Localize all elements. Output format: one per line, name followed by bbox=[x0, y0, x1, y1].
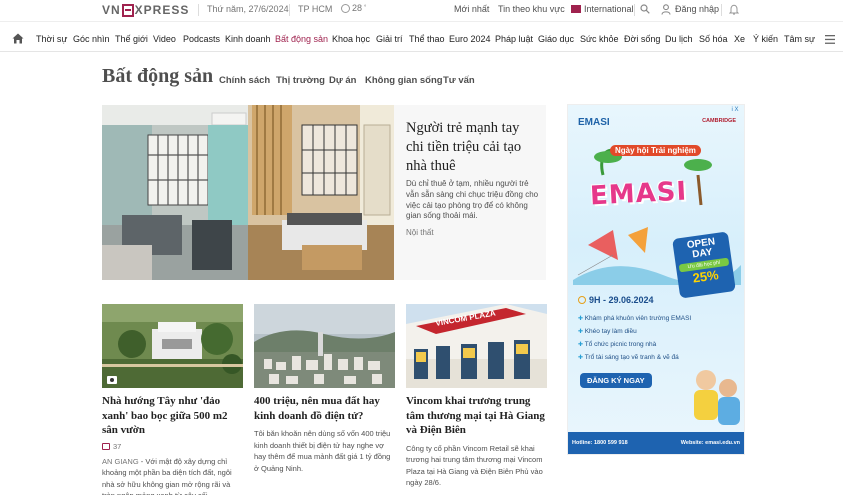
top-bar: VN XPRESS Thứ năm, 27/6/2024 TP HCM 28 ° … bbox=[0, 0, 843, 22]
subnav-tu-van[interactable]: Tư vấn bbox=[443, 75, 475, 86]
ad-register-button[interactable]: ĐĂNG KÝ NGAY bbox=[580, 373, 652, 388]
weather: 28 ° bbox=[341, 3, 366, 13]
featured-description: Dù chỉ thuê ở tạm, nhiều người trẻ vẫn s… bbox=[406, 179, 539, 221]
nav-item-du-lich[interactable]: Du lịch bbox=[665, 34, 693, 44]
article-image[interactable]: VINCOM PLAZA bbox=[406, 304, 547, 388]
ad-bullet: Tổ chức picnic trong nhà bbox=[578, 341, 657, 348]
ad-headline: EMASI bbox=[589, 176, 688, 212]
hamburger-menu-icon[interactable] bbox=[825, 35, 835, 44]
nav-item-y-kien[interactable]: Ý kiến bbox=[753, 34, 778, 44]
ad-bullet: Khám phá khuôn viên trường EMASI bbox=[578, 315, 692, 322]
open-day-badge: OPEN DAY Ưu đãi học phí 25% bbox=[672, 231, 736, 299]
advertisement-banner[interactable]: i X EMASI CAMBRIDGE Ngày hội Trải nghiệm… bbox=[567, 104, 745, 455]
nav-item-bat-dong-san[interactable]: Bất động sản bbox=[275, 34, 328, 44]
ad-hotline: Hotline: 1800 599 918 bbox=[572, 440, 628, 446]
site-logo[interactable]: VN XPRESS bbox=[102, 3, 189, 17]
international-link[interactable]: International bbox=[571, 4, 634, 14]
ad-website: Website: emasi.edu.vn bbox=[680, 440, 740, 446]
article-image[interactable] bbox=[254, 304, 395, 388]
article-card[interactable]: 400 triệu, nên mua đất hay kinh doanh đồ… bbox=[254, 304, 395, 474]
user-icon bbox=[661, 4, 671, 15]
ad-close-icon[interactable]: i X bbox=[728, 107, 742, 114]
comment-icon bbox=[102, 442, 110, 450]
featured-image[interactable] bbox=[102, 105, 394, 280]
nav-item-doi-song[interactable]: Đời sống bbox=[624, 34, 660, 44]
local-news-link[interactable]: Tin theo khu vực bbox=[498, 4, 565, 14]
article-title[interactable]: Vincom khai trương trung tâm thương mại … bbox=[406, 394, 547, 438]
ad-kids-photo bbox=[694, 370, 740, 425]
logo-mark bbox=[121, 3, 134, 17]
nav-item-giai-tri[interactable]: Giải trí bbox=[376, 34, 403, 44]
ad-footer: Hotline: 1800 599 918 Website: emasi.edu… bbox=[568, 432, 744, 454]
login-link[interactable]: Đăng nhập bbox=[675, 4, 719, 14]
flag-icon bbox=[571, 5, 581, 13]
ad-event-date-text: 9H - 29.06.2024 bbox=[589, 295, 654, 305]
nav-item-khoa-hoc[interactable]: Khoa học bbox=[332, 34, 370, 44]
article-title[interactable]: Nhà hướng Tây như 'đảo xanh' bao bọc giữ… bbox=[102, 394, 243, 438]
ad-bullet: Khéo tay làm diều bbox=[578, 328, 637, 335]
international-label: International bbox=[584, 4, 634, 14]
subnav-chinh-sach[interactable]: Chính sách bbox=[219, 75, 270, 86]
nav-item-euro-2024[interactable]: Euro 2024 bbox=[449, 34, 491, 44]
sun-icon bbox=[341, 3, 350, 13]
nav-item-the-thao[interactable]: Thể thao bbox=[409, 34, 445, 44]
nav-item-giao-duc[interactable]: Giáo dục bbox=[538, 34, 574, 44]
current-date: Thứ năm, 27/6/2024 bbox=[207, 4, 289, 14]
logo-text-left: VN bbox=[102, 3, 121, 17]
article-thumbnail bbox=[254, 304, 395, 388]
divider bbox=[198, 4, 199, 16]
article-thumbnail: VINCOM PLAZA bbox=[406, 304, 547, 388]
article-description: AN GIANG - Với mật độ xây dựng chỉ khoản… bbox=[102, 456, 243, 495]
logo-text-right: XPRESS bbox=[134, 3, 190, 17]
ad-bullet: Trổ tài sáng tạo vẽ tranh & vẽ đá bbox=[578, 354, 679, 361]
camera-icon bbox=[107, 376, 117, 384]
divider bbox=[289, 4, 290, 16]
nav-item-goc-nhin[interactable]: Góc nhìn bbox=[73, 34, 110, 44]
article-description: Công ty cổ phần Vincom Retail sẽ khai tr… bbox=[406, 443, 543, 488]
comment-count-value: 37 bbox=[113, 441, 122, 451]
article-location: AN GIANG bbox=[102, 456, 139, 466]
temperature-unit: ° bbox=[364, 5, 367, 11]
nav-item-thoi-su[interactable]: Thời sự bbox=[36, 34, 67, 44]
ad-brand-logo: EMASI bbox=[578, 117, 610, 128]
featured-title[interactable]: Người trẻ mạnh tay chi tiền triệu cải tạ… bbox=[406, 119, 538, 176]
latest-news-link[interactable]: Mới nhất bbox=[454, 4, 489, 14]
nav-item-phap-luat[interactable]: Pháp luật bbox=[495, 34, 533, 44]
subnav-thi-truong[interactable]: Thị trường bbox=[276, 75, 325, 86]
nav-item-suc-khoe[interactable]: Sức khỏe bbox=[580, 34, 619, 44]
nav-item-so-hoa[interactable]: Số hóa bbox=[699, 34, 728, 44]
nav-item-xe[interactable]: Xe bbox=[734, 34, 745, 44]
subnav-du-an[interactable]: Dự án bbox=[329, 75, 356, 86]
nav-item-tam-su[interactable]: Tâm sự bbox=[784, 34, 815, 44]
comment-count[interactable]: 37 bbox=[102, 442, 243, 451]
bell-icon[interactable] bbox=[729, 4, 739, 15]
clock-icon bbox=[578, 296, 586, 304]
temperature: 28 bbox=[352, 3, 363, 13]
article-description: Tôi băn khoăn nên dùng số vốn 400 triệu … bbox=[254, 429, 391, 473]
subnav-khong-gian-song[interactable]: Không gian sống bbox=[365, 75, 443, 86]
article-card[interactable]: VINCOM PLAZA Vincom khai trương trung tâ… bbox=[406, 304, 547, 489]
article-title[interactable]: 400 triệu, nên mua đất hay kinh doanh đồ… bbox=[254, 394, 395, 423]
divider bbox=[721, 4, 722, 16]
featured-tag[interactable]: Nội thất bbox=[406, 228, 434, 237]
nav-item-kinh-doanh[interactable]: Kinh doanh bbox=[225, 34, 271, 44]
nav-item-the-gioi[interactable]: Thế giới bbox=[115, 34, 148, 44]
ad-partner-logo: CAMBRIDGE bbox=[702, 118, 736, 124]
home-icon[interactable] bbox=[12, 33, 24, 44]
search-icon[interactable] bbox=[640, 4, 650, 14]
divider bbox=[634, 4, 635, 16]
nav-item-podcasts[interactable]: Podcasts bbox=[183, 34, 220, 44]
nav-item-video[interactable]: Video bbox=[153, 34, 176, 44]
featured-article[interactable]: Người trẻ mạnh tay chi tiền triệu cải tạ… bbox=[102, 105, 546, 280]
ad-headline-small: Ngày hội Trải nghiệm bbox=[610, 145, 701, 156]
main-nav: Thời sự Góc nhìn Thế giới Video Podcasts… bbox=[0, 26, 843, 52]
city-selector[interactable]: TP HCM bbox=[298, 4, 332, 14]
ad-event-date: 9H - 29.06.2024 bbox=[578, 295, 654, 305]
article-image[interactable] bbox=[102, 304, 243, 388]
section-title[interactable]: Bất động sản bbox=[102, 65, 213, 88]
article-card[interactable]: Nhà hướng Tây như 'đảo xanh' bao bọc giữ… bbox=[102, 304, 243, 495]
article-thumbnail bbox=[102, 304, 243, 388]
